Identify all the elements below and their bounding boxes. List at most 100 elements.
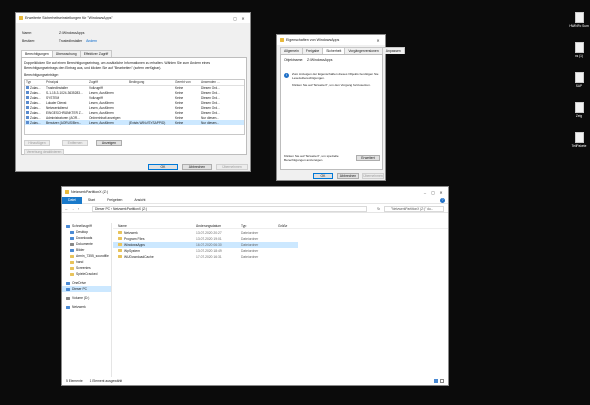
folder-icon xyxy=(118,255,122,258)
folder-icon xyxy=(70,248,74,252)
file-row[interactable]: WUDownloadCache 17.07.2020 16:31 Dateior… xyxy=(113,254,448,260)
name-label: Name: xyxy=(22,31,32,35)
desktop-icon-label: HWiNFo Sum xyxy=(569,24,589,28)
col-date[interactable]: Änderungsdatum xyxy=(196,224,221,228)
apply-button[interactable]: Übernehmen xyxy=(362,173,384,179)
desktop-icon-label: Zeig xyxy=(575,114,583,118)
navigation-pane: Schnellzugriff Desktop Downloads Dokumen… xyxy=(62,223,112,377)
file-name: WUDownloadCache xyxy=(124,255,154,259)
tab-customize[interactable]: Anpassen xyxy=(381,47,405,54)
close-button[interactable]: ✕ xyxy=(437,190,445,195)
search-input[interactable]: "NetzwerkPartitionX (Z:)" du... xyxy=(384,206,444,212)
file-icon xyxy=(574,102,584,113)
sidebar-item-this-pc[interactable]: Dieser PC xyxy=(62,286,111,292)
ribbon-tab-home[interactable]: Start xyxy=(82,197,101,204)
address-bar[interactable]: Dieser PC › NetzwerkPartitionX (Z:) xyxy=(92,206,367,212)
advanced-security-window: Erweiterte Sicherheitseinstellungen für … xyxy=(15,12,251,172)
minimize-button[interactable]: – xyxy=(421,190,429,195)
col-size[interactable]: Größe xyxy=(278,224,287,228)
desktop-icon-1[interactable]: xs (1) xyxy=(568,42,590,58)
file-type: Dateiordner xyxy=(241,237,259,241)
ribbon-tab-view[interactable]: Ansicht xyxy=(128,197,151,204)
cloud-icon xyxy=(66,281,70,285)
tab-previous-versions[interactable]: Vorgängerversionen xyxy=(344,47,383,54)
folder-icon xyxy=(70,254,74,258)
cell: Lesen, Ausführen xyxy=(88,120,128,125)
file-type: Dateiordner xyxy=(241,249,259,253)
sidebar-item-network[interactable]: Netzwerk xyxy=(62,304,111,310)
adv-tabs: Berechtigungen Überwachung Effektiver Zu… xyxy=(21,50,113,57)
refresh-icon[interactable]: ↻ xyxy=(377,207,380,211)
owner-change-link[interactable]: Ändern xyxy=(86,39,97,43)
ribbon-tab-share[interactable]: Freigeben xyxy=(101,197,128,204)
object-label: Objektname: xyxy=(284,58,304,62)
tab-general[interactable]: Allgemein xyxy=(280,47,303,54)
file-icon xyxy=(574,132,584,143)
cell: Zulas... xyxy=(30,120,41,125)
up-icon[interactable]: ↑ xyxy=(78,207,80,211)
advanced-text-2: Berechtigungen anzuzeigen. xyxy=(284,158,324,162)
sidebar-label: hand xyxy=(76,260,84,264)
info-text-1: Doppelklicken Sie auf einen Berechtigung… xyxy=(24,61,211,65)
name-value: Z:\WindowsApps xyxy=(58,31,85,35)
tab-permissions[interactable]: Berechtigungen xyxy=(21,50,53,57)
remove-button[interactable]: Entfernen xyxy=(62,140,88,146)
add-button[interactable]: Hinzufügen xyxy=(24,140,50,146)
cancel-button[interactable]: Abbrechen xyxy=(337,173,359,179)
forward-icon[interactable]: → xyxy=(71,207,74,211)
sidebar-label: SpieleCracked xyxy=(76,272,98,276)
folder-icon xyxy=(70,260,74,264)
ok-button[interactable]: OK xyxy=(313,173,333,179)
maximize-button[interactable]: ▢ xyxy=(231,16,239,21)
maximize-button[interactable]: ▢ xyxy=(429,190,437,195)
tab-sharing[interactable]: Freigabe xyxy=(301,47,324,54)
user-icon xyxy=(26,111,29,115)
tab-auditing[interactable]: Überwachung xyxy=(51,50,81,57)
close-button[interactable]: ✕ xyxy=(374,38,382,43)
ok-button[interactable]: OK xyxy=(148,164,178,170)
file-date: 16.07.2020 06:30 xyxy=(196,243,222,247)
view-button[interactable]: Anzeigen xyxy=(96,140,122,146)
cell: (Exists WIN://SYSAPPID) xyxy=(128,120,174,125)
cancel-button[interactable]: Abbrechen xyxy=(182,164,212,170)
desktop-icon-2[interactable]: SAP xyxy=(568,72,590,88)
details-view-icon[interactable] xyxy=(434,379,438,383)
ribbon-tab-file[interactable]: Datei xyxy=(62,196,82,204)
tab-security[interactable]: Sicherheit xyxy=(322,47,346,54)
back-icon[interactable]: ← xyxy=(65,207,68,211)
security-panel: Objektname: Z:\WindowsApps i Zum Anzeige… xyxy=(280,54,383,170)
explorer-titlebar: NetzwerkPartitionX (Z:) – ▢ ✕ xyxy=(62,187,448,197)
file-icon xyxy=(574,12,584,23)
cell: Zulas... xyxy=(30,100,41,105)
file-date: 13.07.2020 20:27 xyxy=(196,231,222,235)
col-type[interactable]: Typ xyxy=(241,224,246,228)
close-button[interactable]: ✕ xyxy=(239,16,247,21)
table-row-selected[interactable]: Zulas... Benutzer (AORUS\Ben... Lesen, Aus… xyxy=(25,120,244,125)
props-tabs: Allgemein Freigabe Sicherheit Vorgängerv… xyxy=(280,47,405,54)
desktop-icon-0[interactable]: HWiNFo Sum xyxy=(568,12,590,28)
file-list-header: Name Änderungsdatum Typ Größe xyxy=(113,223,448,229)
properties-titlebar: Eigenschaften von WindowsApps ✕ xyxy=(277,35,385,45)
help-icon[interactable]: ? xyxy=(440,197,445,203)
file-list: Name Änderungsdatum Typ Größe Netzwerk 1… xyxy=(113,223,448,377)
user-icon xyxy=(26,96,29,100)
sidebar-item-spielecracked[interactable]: SpieleCracked xyxy=(62,271,111,277)
star-icon xyxy=(66,224,70,228)
folder-icon xyxy=(118,249,122,252)
advanced-button[interactable]: Erweitert xyxy=(356,155,380,161)
disable-inheritance-button[interactable]: Vererbung deaktivieren xyxy=(24,149,64,155)
shield-icon xyxy=(19,16,23,20)
tab-effective-access[interactable]: Effektiver Zugriff xyxy=(79,50,113,57)
desktop-icon-4[interactable]: TeilPakete xyxy=(568,132,590,148)
desktop-icon-label: SAP xyxy=(575,84,583,88)
cell: Zulas... xyxy=(30,90,41,95)
sidebar-item-volume-d[interactable]: Volume (D:) xyxy=(62,295,111,301)
file-icon xyxy=(574,72,584,83)
cell: S-1-15-3-1024-3635283... xyxy=(46,90,83,95)
desktop-icon-3[interactable]: Zeig xyxy=(568,102,590,118)
apply-button[interactable]: Übernehmen xyxy=(216,164,248,170)
network-icon xyxy=(66,305,70,309)
tiles-view-icon[interactable] xyxy=(440,379,444,383)
info-text-2: Lesezeiberechtigungen. xyxy=(292,76,325,80)
col-name[interactable]: Name xyxy=(118,224,127,228)
